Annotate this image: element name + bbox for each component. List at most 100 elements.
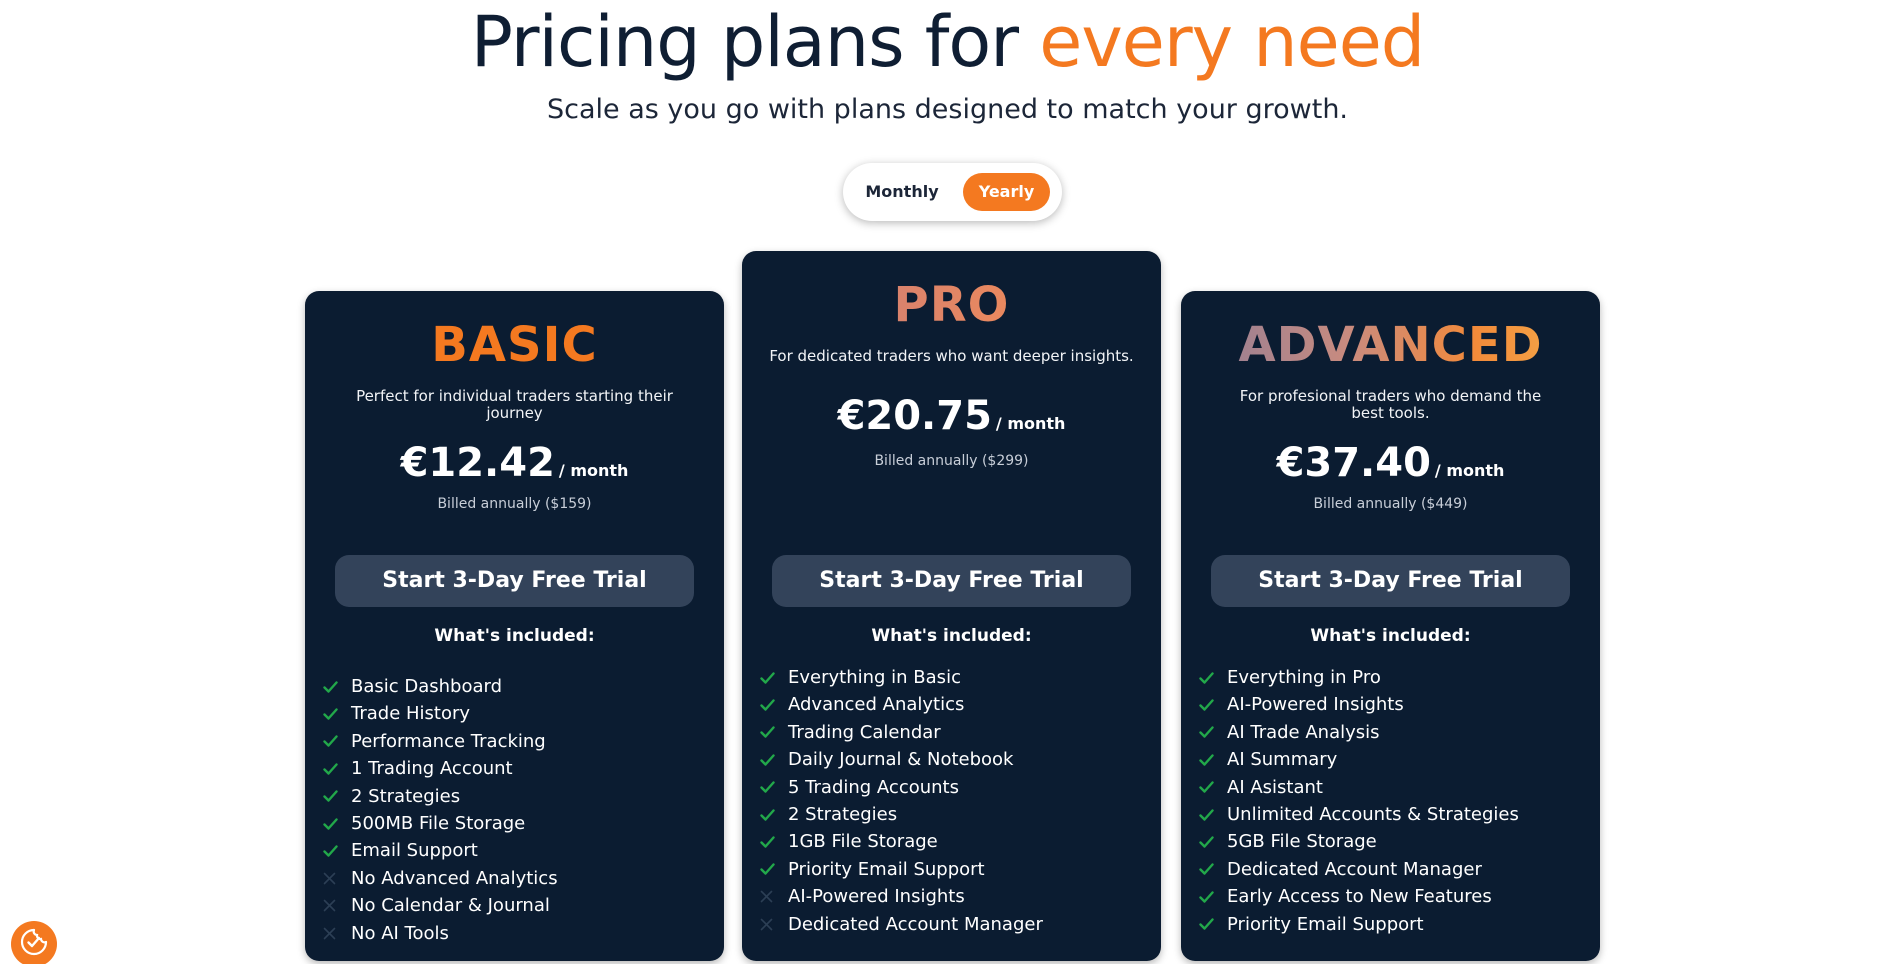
check-icon	[1199, 883, 1223, 910]
feature-label: No AI Tools	[351, 922, 449, 944]
billing-note: Billed annually ($299)	[874, 453, 1029, 469]
check-icon	[760, 801, 784, 828]
feature-label: Dedicated Account Manager	[1227, 858, 1482, 880]
feature-label: Performance Tracking	[351, 730, 546, 752]
cookie-consent-button[interactable]	[11, 921, 57, 964]
page-subtitle: Scale as you go with plans designed to m…	[546, 94, 1349, 125]
feature-label: Unlimited Accounts & Strategies	[1227, 803, 1519, 825]
cross-icon	[760, 911, 784, 938]
check-icon	[1199, 856, 1223, 883]
check-icon	[760, 719, 784, 746]
feature-item: 5 Trading Accounts	[760, 774, 1150, 801]
check-icon	[1199, 692, 1223, 719]
feature-item: Everything in Pro	[1199, 664, 1589, 691]
toggle-monthly[interactable]: Monthly	[857, 173, 947, 211]
plan-card-advanced: ADVANCED For profesional traders who dem…	[1181, 291, 1600, 961]
feature-label: 1GB File Storage	[788, 831, 938, 853]
plan-price: €37.40	[1276, 440, 1431, 486]
feature-item: No AI Tools	[323, 920, 713, 947]
feature-label: 5 Trading Accounts	[788, 776, 959, 798]
check-icon	[1199, 746, 1223, 773]
start-trial-button[interactable]: Start 3-Day Free Trial	[772, 555, 1131, 607]
check-icon	[323, 701, 347, 728]
feature-label: Email Support	[351, 840, 478, 862]
plan-description: Perfect for individual traders starting …	[356, 387, 673, 422]
feature-label: Priority Email Support	[1227, 913, 1424, 935]
plan-price: €12.42	[400, 440, 555, 486]
included-heading: What's included:	[871, 626, 1032, 646]
start-trial-button[interactable]: Start 3-Day Free Trial	[335, 555, 694, 607]
feature-item: AI Trade Analysis	[1199, 719, 1589, 746]
start-trial-button[interactable]: Start 3-Day Free Trial	[1211, 555, 1570, 607]
included-heading: What's included:	[1310, 626, 1471, 646]
feature-item: Basic Dashboard	[323, 673, 713, 700]
page-title: Pricing plans for every need	[0, 0, 1895, 84]
feature-item: Priority Email Support	[760, 856, 1150, 883]
plan-card-pro: PRO For dedicated traders who want deepe…	[742, 251, 1161, 961]
plan-description: For dedicated traders who want deeper in…	[769, 347, 1134, 365]
feature-label: Everything in Pro	[1227, 667, 1381, 688]
feature-list: Everything in Basic Advanced Analytics Tra…	[760, 664, 1150, 938]
feature-item: AI Asistant	[1199, 774, 1589, 801]
cross-icon	[760, 883, 784, 910]
feature-label: Trade History	[351, 703, 471, 725]
feature-label: Everything in Basic	[788, 667, 961, 688]
toggle-yearly[interactable]: Yearly	[963, 173, 1050, 211]
feature-label: 5GB File Storage	[1227, 831, 1377, 853]
feature-item: AI-Powered Insights	[760, 883, 1150, 910]
feature-label: AI Summary	[1227, 749, 1338, 771]
feature-item: Unlimited Accounts & Strategies	[1199, 801, 1589, 828]
check-icon	[1199, 719, 1223, 746]
check-icon	[323, 783, 347, 810]
billing-period-toggle: Monthly Yearly	[843, 163, 1062, 221]
feature-label: 500MB File Storage	[351, 812, 526, 834]
feature-item: Trading Calendar	[760, 719, 1150, 746]
feature-item: Dedicated Account Manager	[1199, 856, 1589, 883]
feature-item: 2 Strategies	[760, 801, 1150, 828]
check-icon	[1199, 801, 1223, 828]
feature-label: No Calendar & Journal	[351, 895, 550, 917]
feature-item: Everything in Basic	[760, 664, 1150, 691]
check-icon	[323, 838, 347, 865]
feature-item: AI-Powered Insights	[1199, 691, 1589, 718]
feature-item: Performance Tracking	[323, 728, 713, 755]
price-row: €37.40/ month	[1181, 439, 1600, 487]
feature-label: AI-Powered Insights	[788, 886, 965, 908]
feature-item: No Calendar & Journal	[323, 892, 713, 919]
feature-item: 2 Strategies	[323, 783, 713, 810]
feature-item: 1GB File Storage	[760, 828, 1150, 855]
check-icon	[760, 692, 784, 719]
cross-icon	[323, 865, 347, 892]
feature-label: 2 Strategies	[788, 803, 898, 825]
feature-item: Daily Journal & Notebook	[760, 746, 1150, 773]
check-icon	[1199, 774, 1223, 801]
plan-card-basic: BASIC Perfect for individual traders sta…	[305, 291, 724, 961]
feature-item: 1 Trading Account	[323, 755, 713, 782]
check-icon	[760, 774, 784, 801]
feature-item: Email Support	[323, 837, 713, 864]
price-row: €12.42/ month	[305, 439, 724, 487]
page-title-main: Pricing plans for	[470, 1, 1040, 83]
feature-item: Priority Email Support	[1199, 911, 1589, 938]
feature-label: AI Trade Analysis	[1227, 721, 1380, 743]
check-icon	[323, 673, 347, 700]
price-period: / month	[1434, 461, 1505, 480]
billing-note: Billed annually ($159)	[437, 496, 592, 512]
feature-label: 1 Trading Account	[351, 758, 513, 780]
feature-item: Early Access to New Features	[1199, 883, 1589, 910]
feature-item: Dedicated Account Manager	[760, 911, 1150, 938]
feature-item: Trade History	[323, 700, 713, 727]
check-icon	[1199, 911, 1223, 938]
check-icon	[760, 746, 784, 773]
feature-label: Early Access to New Features	[1227, 886, 1492, 908]
cookie-consent-icon	[19, 927, 49, 961]
feature-item: No Advanced Analytics	[323, 865, 713, 892]
check-icon	[760, 664, 784, 691]
feature-label: 2 Strategies	[351, 785, 461, 807]
feature-label: AI-Powered Insights	[1227, 694, 1404, 716]
plan-price: €20.75	[837, 393, 992, 439]
feature-list: Everything in Pro AI-Powered Insights AI T…	[1199, 664, 1589, 938]
feature-label: Daily Journal & Notebook	[788, 749, 1014, 771]
plan-name: PRO	[742, 277, 1161, 333]
price-period: / month	[558, 461, 629, 480]
